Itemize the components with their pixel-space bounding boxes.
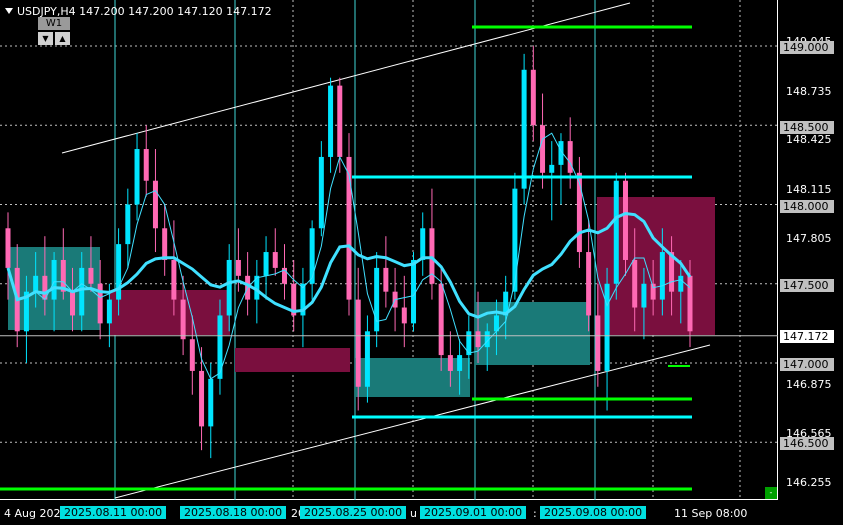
- candle-body: [106, 299, 112, 324]
- candle-body: [51, 259, 57, 300]
- candle-body: [595, 315, 601, 371]
- time-label: 4 Aug 202: [4, 507, 61, 520]
- candle-body: [199, 370, 205, 427]
- level-label-149000: 149.000: [780, 41, 834, 54]
- candle-body: [383, 267, 389, 292]
- price-scale[interactable]: 149.045 148.735 148.425 148.115 147.805 …: [778, 0, 843, 500]
- candlestick-chart[interactable]: [0, 0, 778, 500]
- candle-body: [540, 125, 546, 173]
- candle-body: [189, 339, 195, 371]
- candle-body: [33, 275, 39, 292]
- candle-body: [337, 85, 343, 157]
- candle-body: [632, 259, 638, 308]
- candle-body: [475, 331, 481, 348]
- candle-body: [659, 252, 665, 300]
- candle-body: [309, 228, 315, 284]
- candle-body: [171, 259, 177, 300]
- time-label: :: [533, 507, 537, 520]
- timeframe-down-button[interactable]: ▼: [38, 32, 53, 45]
- time-marker-label: 2025.08.25 00:00: [300, 506, 407, 519]
- candle-body: [152, 180, 158, 229]
- timeframe-label[interactable]: W1: [38, 17, 70, 30]
- time-axis[interactable]: 4 Aug 202 2025.08.11 00:00 2025.08.18 00…: [0, 500, 843, 525]
- candle-body: [512, 188, 518, 292]
- time-marker-label: 2025.09.08 00:00: [540, 506, 647, 519]
- price-zone: [110, 290, 230, 335]
- candle-body: [447, 355, 453, 371]
- candle-body: [604, 283, 610, 371]
- candle-body: [457, 355, 463, 371]
- candle-body: [235, 259, 241, 276]
- candle-body: [88, 267, 94, 284]
- price-zone: [235, 348, 350, 372]
- current-price-label: 147.172: [780, 330, 834, 343]
- candle-body: [70, 291, 76, 316]
- candle-body: [586, 252, 592, 316]
- candle-body: [125, 204, 131, 245]
- candle-body: [318, 156, 324, 229]
- price-tick: 147.805: [786, 232, 832, 245]
- candle-body: [364, 331, 370, 387]
- candle-body: [5, 228, 11, 268]
- chart-area[interactable]: USDJPY,H4 147.200 147.200 147.120 147.17…: [0, 0, 778, 500]
- candle-body: [217, 315, 223, 379]
- candle-body: [530, 69, 536, 126]
- candle-body: [622, 180, 628, 260]
- timeframe-up-button[interactable]: ▲: [55, 32, 70, 45]
- candle-body: [162, 228, 168, 260]
- level-label-148000: 148.000: [780, 200, 834, 213]
- candle-body: [420, 228, 426, 260]
- candle-body: [438, 283, 444, 356]
- candle-body: [549, 164, 555, 173]
- time-label: 11 Sep 08:00: [674, 507, 748, 520]
- level-label-147000: 147.000: [780, 358, 834, 371]
- candle-body: [613, 180, 619, 284]
- green-square-icon[interactable]: -: [765, 487, 777, 499]
- time-marker-label: 2025.08.11 00:00: [60, 506, 167, 519]
- candle-body: [79, 267, 85, 316]
- candle-body: [208, 378, 214, 427]
- price-tick: 146.255: [786, 476, 832, 489]
- candle-body: [346, 156, 352, 300]
- candle-body: [355, 299, 361, 387]
- price-tick: 148.735: [786, 85, 832, 98]
- candle-body: [143, 149, 149, 181]
- candle-body: [687, 275, 693, 332]
- price-tick: 148.115: [786, 183, 832, 196]
- time-label: u: [410, 507, 417, 520]
- timeframe-widget[interactable]: W1 ▼ ▲: [38, 17, 70, 45]
- candle-body: [678, 275, 684, 292]
- candle-body: [567, 141, 573, 173]
- candle-body: [521, 69, 527, 189]
- candle-body: [180, 299, 186, 340]
- candle-body: [116, 244, 122, 300]
- level-label-148500: 148.500: [780, 121, 834, 134]
- level-label-146500: 146.500: [780, 437, 834, 450]
- candle-body: [226, 259, 232, 316]
- candle-body: [272, 252, 278, 268]
- candle-body: [134, 149, 140, 205]
- candle-body: [263, 252, 269, 276]
- time-marker-label: 2025.09.01 00:00: [420, 506, 527, 519]
- level-label-147500: 147.500: [780, 279, 834, 292]
- candle-body: [328, 85, 334, 157]
- price-tick: 146.875: [786, 378, 832, 391]
- candle-body: [641, 283, 647, 308]
- triangle-down-icon[interactable]: [5, 8, 13, 14]
- price-tick: 148.425: [786, 133, 832, 146]
- candle-body: [401, 307, 407, 324]
- time-marker-label: 2025.08.18 00:00: [180, 506, 287, 519]
